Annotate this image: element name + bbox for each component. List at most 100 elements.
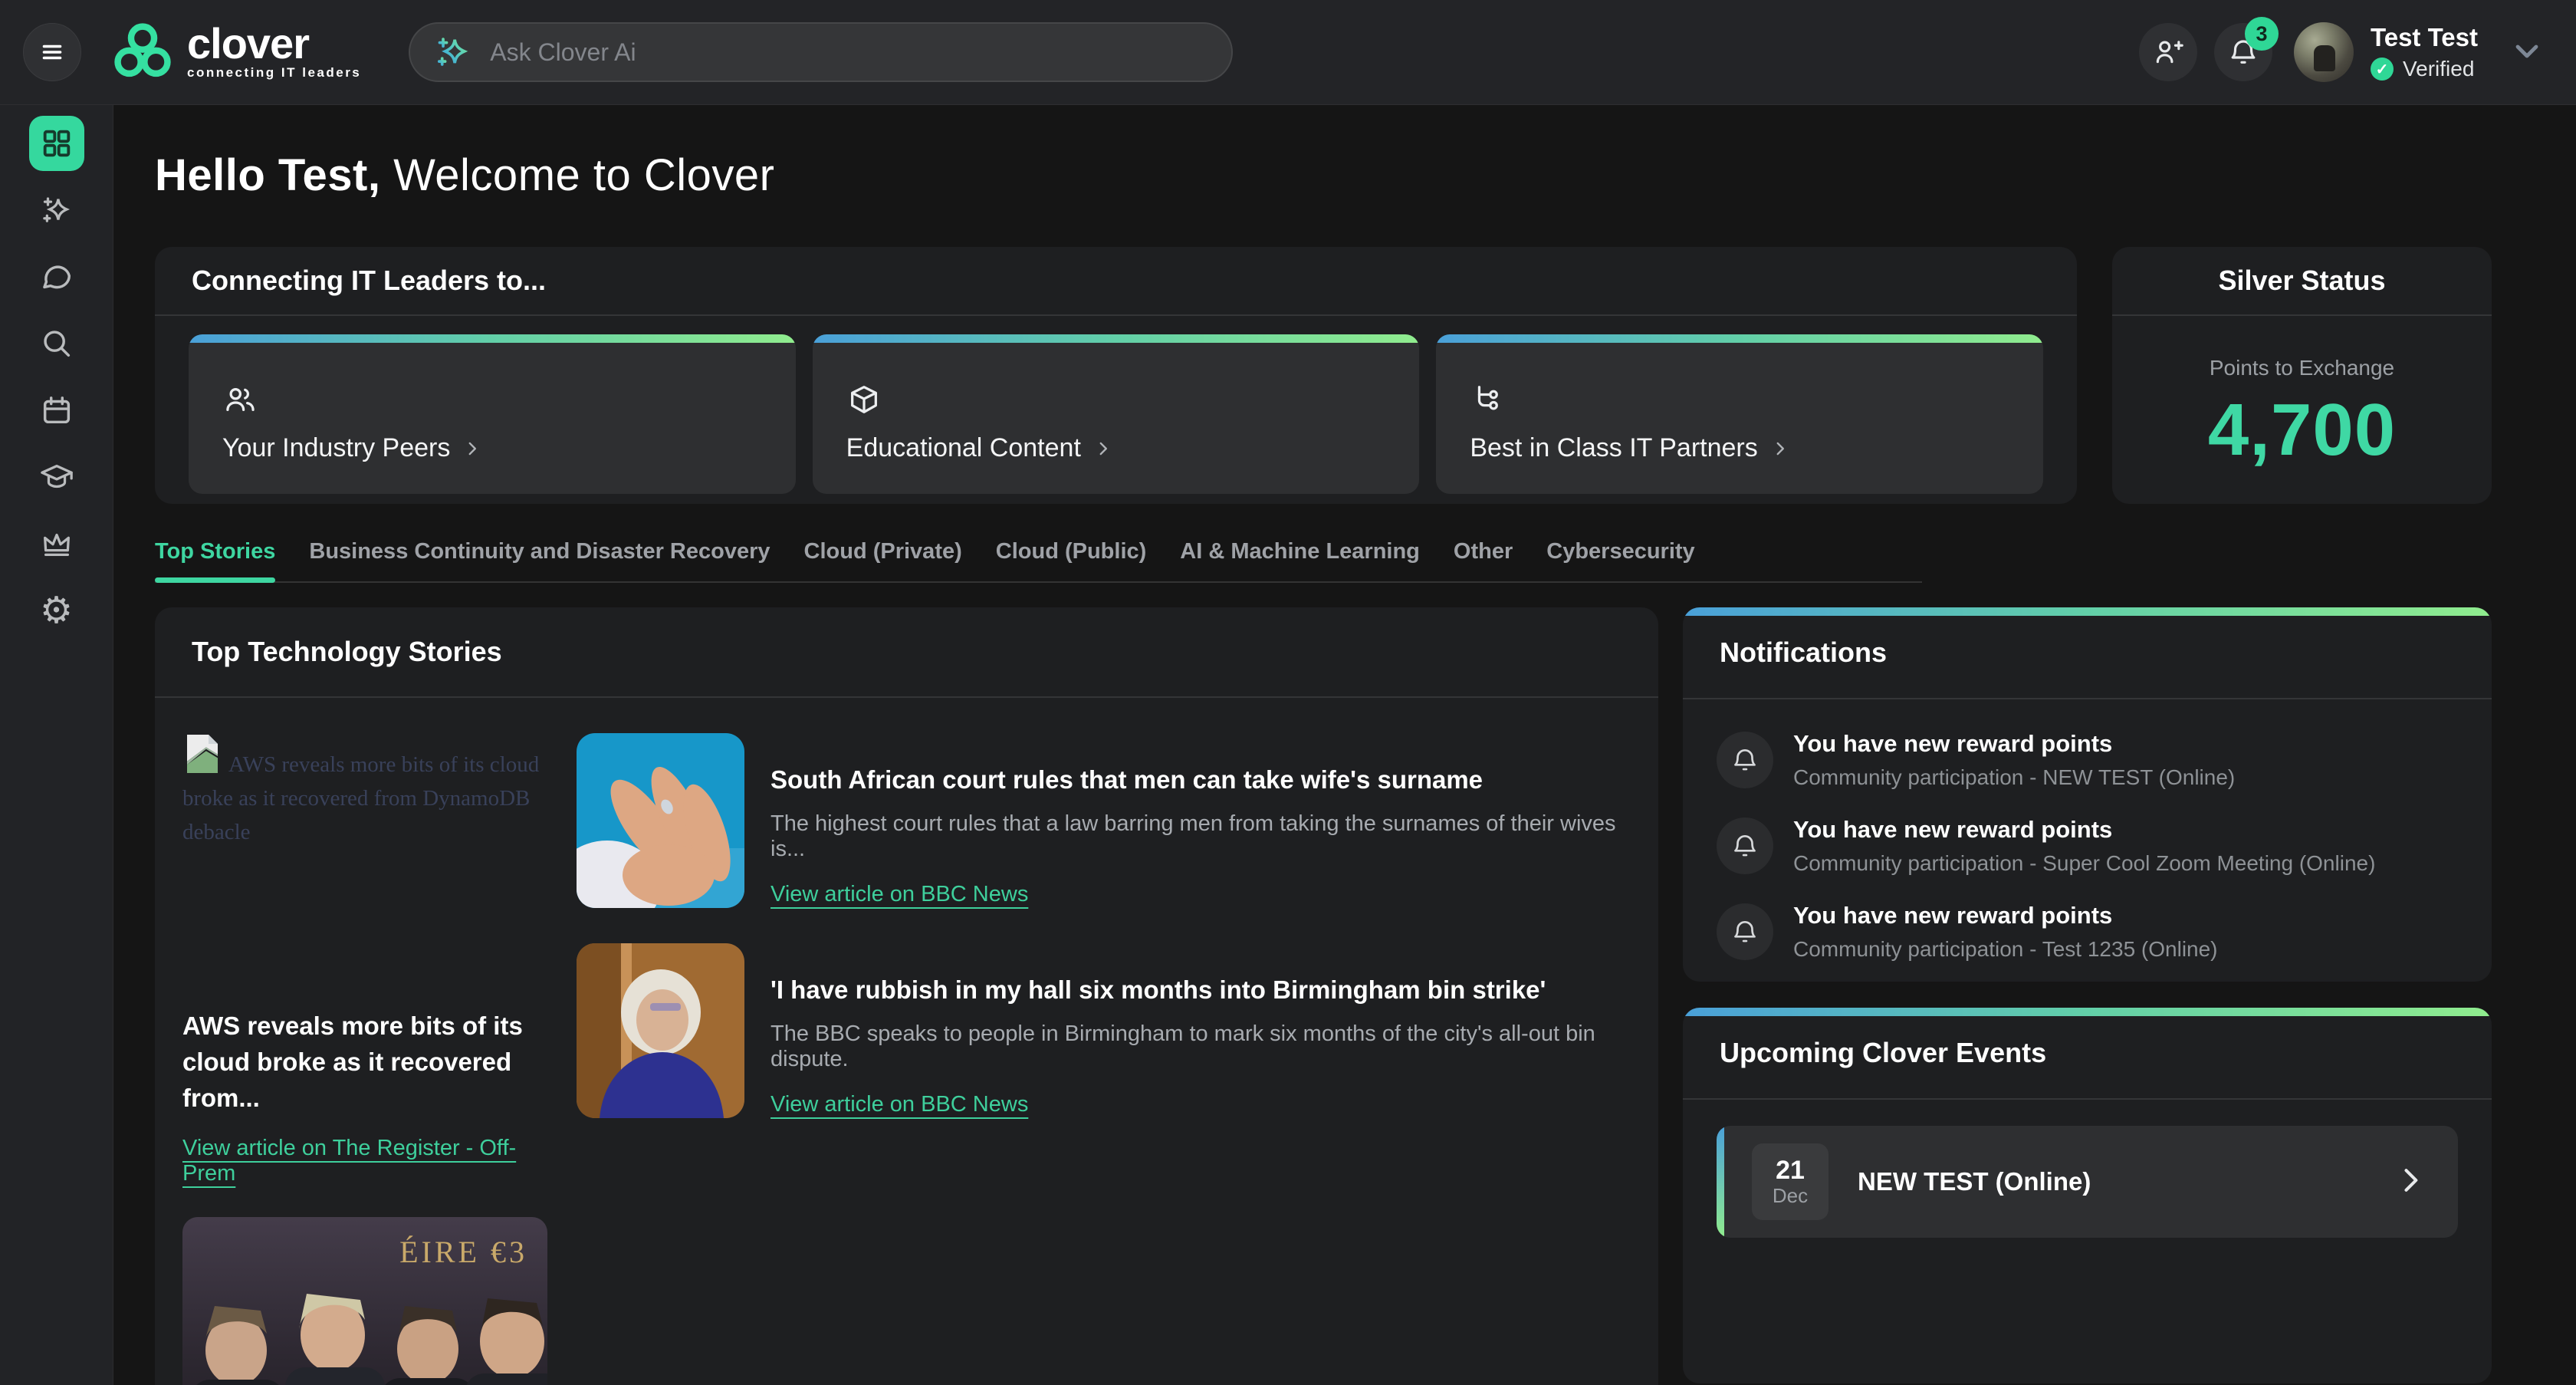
dashboard-grid-icon: [39, 126, 74, 161]
tab-ai-machine-learning[interactable]: AI & Machine Learning: [1180, 539, 1420, 564]
chat-bubble-icon: [39, 259, 74, 294]
user-menu-chevron[interactable]: [2509, 32, 2545, 73]
graduation-cap-icon: [39, 459, 74, 495]
story-link[interactable]: View article on The Register - Off-Prem: [182, 1136, 549, 1186]
points-to-exchange-label: Points to Exchange: [2112, 356, 2492, 380]
notification-item[interactable]: You have new reward points Community par…: [1717, 902, 2458, 962]
promo-label: Best in Class IT Partners: [1470, 433, 1757, 463]
notification-item[interactable]: You have new reward points Community par…: [1717, 816, 2458, 876]
bell-icon: [1717, 903, 1773, 960]
connecting-title: Connecting IT Leaders to...: [192, 265, 546, 297]
user-name: Test Test: [2371, 23, 2478, 52]
promo-industry-peers[interactable]: Your Industry Peers: [189, 334, 796, 494]
connecting-card: Connecting IT Leaders to... Your Industr…: [155, 247, 2077, 504]
settings-gear-icon: ⚙: [40, 592, 73, 629]
notification-item[interactable]: You have new reward points Community par…: [1717, 730, 2458, 790]
cube-icon: [846, 382, 882, 417]
user-avatar[interactable]: [2294, 22, 2354, 82]
story-thumbnail-hands: [577, 733, 744, 908]
category-tabs: Top Stories Business Continuity and Disa…: [155, 539, 1922, 583]
story-description: The highest court rules that a law barri…: [770, 811, 1631, 862]
event-chevron: [2394, 1163, 2427, 1201]
aws-image-alt-text: AWS reveals more bits of its cloud broke…: [182, 752, 539, 844]
bell-icon: [1717, 818, 1773, 874]
main-content: Hello Test, Welcome to Clover Connecting…: [113, 105, 2576, 1385]
tab-other[interactable]: Other: [1454, 539, 1513, 564]
verified-label: Verified: [2403, 57, 2474, 81]
hamburger-menu-button[interactable]: [23, 23, 81, 81]
ai-sparkle-icon: [433, 32, 473, 72]
band-photo-illustration: [182, 1258, 547, 1385]
broken-image-icon: [182, 733, 222, 776]
clover-dashboard: clover connecting IT leaders: [0, 0, 2576, 1385]
story-description: The BBC speaks to people in Birmingham t…: [770, 1021, 1631, 1072]
event-item-new-test[interactable]: 21 Dec NEW TEST (Online): [1717, 1126, 2458, 1238]
sidebar-item-education[interactable]: [29, 449, 84, 505]
page-greeting: Hello Test, Welcome to Clover: [155, 150, 2492, 201]
search-icon: [39, 326, 74, 361]
clover-logo-icon: [109, 18, 176, 86]
top-stories-card: Top Technology Stories AWS reveals more …: [155, 607, 1658, 1385]
promo-label: Your Industry Peers: [222, 433, 450, 463]
sidebar-item-ai[interactable]: [29, 183, 84, 238]
notifications-title: Notifications: [1720, 637, 1887, 669]
points-value: 4,700: [2112, 388, 2492, 472]
event-title: NEW TEST (Online): [1858, 1167, 2091, 1196]
story-item-surname[interactable]: South African court rules that men can t…: [577, 733, 1631, 908]
tab-business-continuity[interactable]: Business Continuity and Disaster Recover…: [309, 539, 770, 564]
tab-cloud-public[interactable]: Cloud (Public): [996, 539, 1147, 564]
sidebar-item-membership[interactable]: [29, 516, 84, 571]
sidebar-item-settings[interactable]: ⚙: [29, 583, 84, 638]
chevron-right-icon: [1093, 439, 1113, 459]
story-thumbnail-woman: [577, 943, 744, 1118]
upcoming-events-title: Upcoming Clover Events: [1720, 1037, 2046, 1069]
story-title: 'I have rubbish in my hall six months in…: [770, 975, 1631, 1005]
upcoming-events-card: Upcoming Clover Events 21 Dec NEW TEST (…: [1683, 1008, 2492, 1383]
story-image-stamp[interactable]: ÉIRE €3: [182, 1217, 547, 1385]
calendar-icon: [39, 393, 74, 428]
notifications-button[interactable]: 3: [2214, 23, 2272, 81]
story-item-bin-strike[interactable]: 'I have rubbish in my hall six months in…: [577, 943, 1631, 1118]
search-input[interactable]: [490, 38, 1208, 67]
ask-clover-ai-searchbar[interactable]: [409, 22, 1233, 82]
notifications-count-badge: 3: [2245, 17, 2279, 51]
story-title: South African court rules that men can t…: [770, 765, 1631, 794]
sidebar-item-dashboard[interactable]: [29, 116, 84, 171]
event-date: 21 Dec: [1752, 1143, 1829, 1220]
promo-educational-content[interactable]: Educational Content: [813, 334, 1420, 494]
story-link[interactable]: View article on BBC News: [770, 882, 1028, 907]
clover-logo[interactable]: clover connecting IT leaders: [109, 18, 361, 86]
silver-status-card: Silver Status Points to Exchange 4,700: [2112, 247, 2492, 504]
logo-wordmark: clover: [187, 24, 361, 64]
add-user-icon: [2152, 36, 2184, 68]
story-item-aws[interactable]: AWS reveals more bits of its cloud broke…: [182, 733, 549, 1385]
promo-it-partners[interactable]: Best in Class IT Partners: [1436, 334, 2043, 494]
hierarchy-icon: [1470, 382, 1505, 417]
notifications-card: Notifications You have new reward points…: [1683, 607, 2492, 982]
sidebar-item-calendar[interactable]: [29, 383, 84, 438]
ai-sparkles-icon: [39, 192, 74, 228]
crown-icon: [39, 526, 74, 561]
silver-status-title: Silver Status: [2218, 265, 2385, 297]
event-day: 21: [1776, 1156, 1805, 1184]
promo-label: Educational Content: [846, 433, 1081, 463]
notification-description: Community participation - Super Cool Zoo…: [1793, 851, 2375, 876]
tab-top-stories[interactable]: Top Stories: [155, 539, 275, 564]
chevron-right-icon: [2394, 1163, 2427, 1197]
notification-title: You have new reward points: [1793, 816, 2375, 844]
people-icon: [222, 382, 258, 417]
bell-icon: [1717, 732, 1773, 788]
notification-title: You have new reward points: [1793, 730, 2235, 758]
chevron-right-icon: [1770, 439, 1790, 459]
sidebar-item-search[interactable]: [29, 316, 84, 371]
sidebar-item-chat[interactable]: [29, 249, 84, 304]
add-user-button[interactable]: [2139, 23, 2197, 81]
tab-cybersecurity[interactable]: Cybersecurity: [1546, 539, 1694, 564]
notification-description: Community participation - NEW TEST (Onli…: [1793, 765, 2235, 790]
notification-title: You have new reward points: [1793, 902, 2218, 929]
hamburger-icon: [38, 38, 66, 66]
notification-description: Community participation - Test 1235 (Onl…: [1793, 937, 2218, 962]
story-link[interactable]: View article on BBC News: [770, 1092, 1028, 1117]
tab-cloud-private[interactable]: Cloud (Private): [804, 539, 962, 564]
verified-check-icon: ✓: [2371, 58, 2394, 81]
